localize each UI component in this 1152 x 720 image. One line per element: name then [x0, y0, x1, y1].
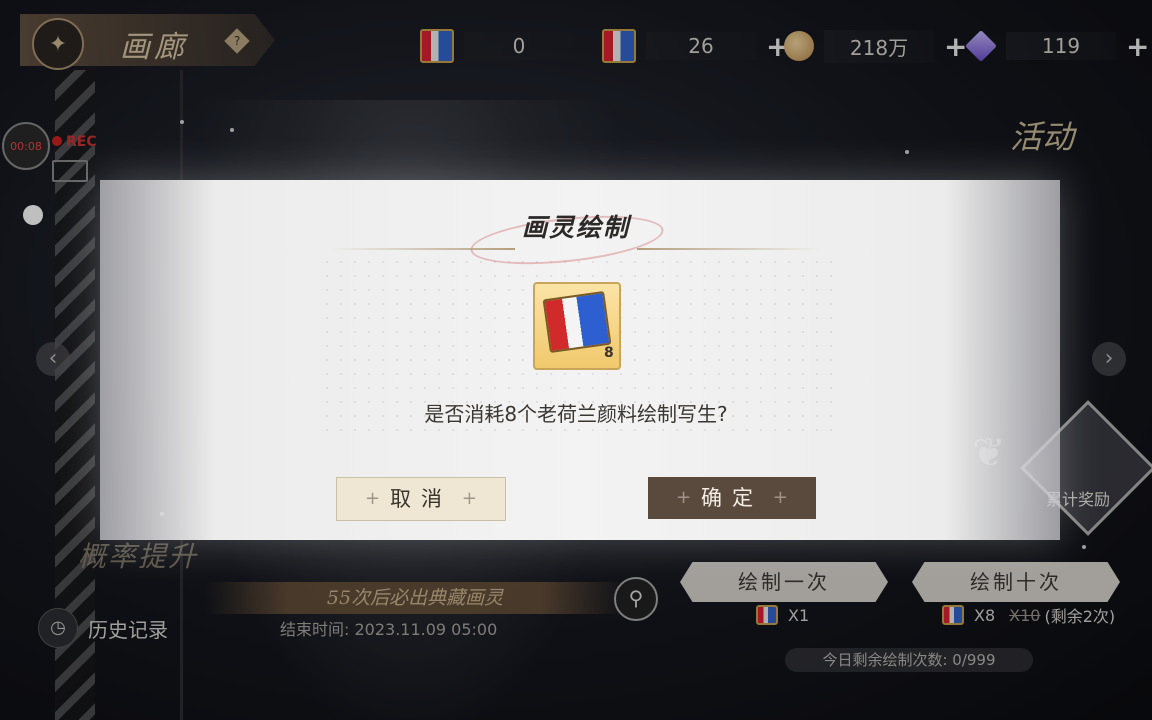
cancel-button[interactable]: + 取消 +: [336, 477, 506, 521]
title-divider-right: [637, 248, 822, 250]
dutch-paint-icon: [542, 290, 612, 354]
plus-decoration-icon: +: [772, 487, 788, 508]
plus-decoration-icon: +: [365, 488, 381, 509]
dialog-title: 画灵绘制: [521, 213, 630, 242]
confirm-button[interactable]: + 确定 +: [648, 477, 816, 519]
plus-decoration-icon: +: [461, 488, 477, 509]
confirm-label: 确定: [701, 486, 763, 510]
cancel-label: 取消: [390, 487, 452, 511]
item-count: 8: [604, 345, 614, 361]
dialog-question: 是否消耗8个老荷兰颜料绘制写生?: [424, 402, 728, 426]
title-divider-left: [330, 248, 515, 250]
plus-decoration-icon: +: [676, 487, 692, 508]
